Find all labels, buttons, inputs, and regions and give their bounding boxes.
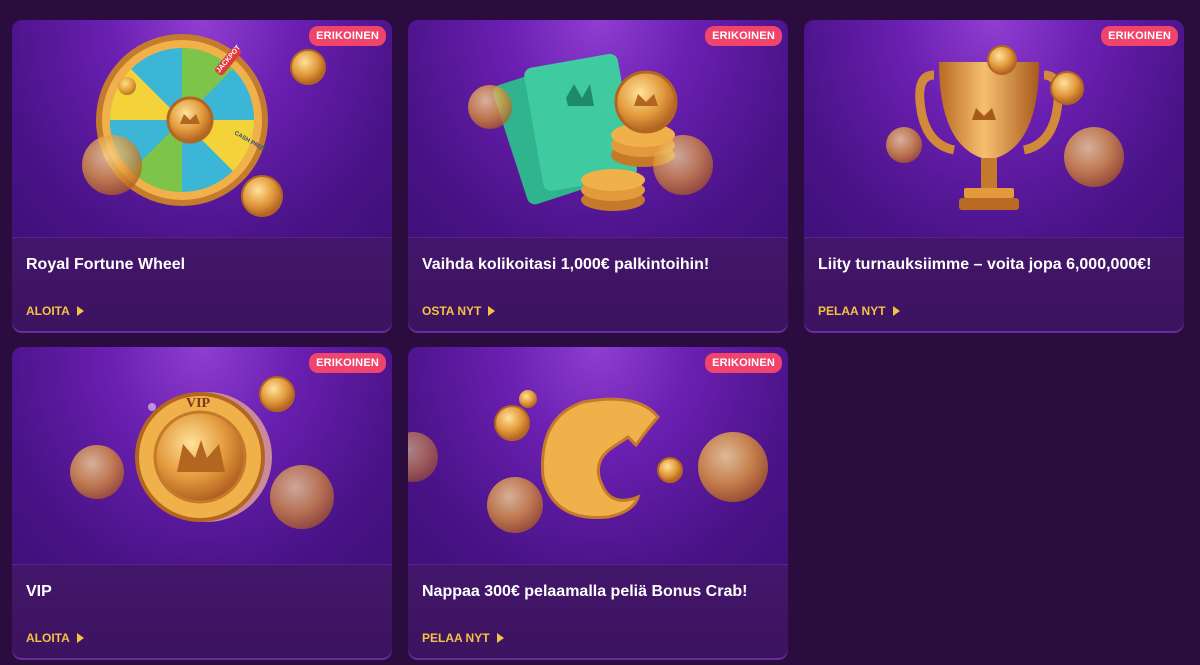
special-badge: ERIKOINEN xyxy=(309,353,386,373)
card-info: VIP ALOITA xyxy=(12,564,392,658)
card-title: Vaihda kolikoitasi 1,000€ palkintoihin! xyxy=(422,256,710,273)
vip-coin-text: VIP xyxy=(186,396,211,411)
play-now-button[interactable]: PELAA NYT xyxy=(422,631,504,645)
card-title: Nappaa 300€ pelaamalla peliä Bonus Crab! xyxy=(422,583,748,600)
special-badge: ERIKOINEN xyxy=(1101,26,1178,46)
card-info: Nappaa 300€ pelaamalla peliä Bonus Crab!… xyxy=(408,564,788,658)
promotions-grid: JACKPOT CASH PRIZE ERIKOINEN Royal Fortu… xyxy=(12,20,1184,658)
tickets-and-coins-illustration xyxy=(408,20,788,237)
start-button[interactable]: ALOITA xyxy=(26,631,84,645)
fortune-wheel-illustration: JACKPOT CASH PRIZE xyxy=(12,20,392,237)
cta-label: ALOITA xyxy=(26,631,70,645)
promo-card-coin-exchange[interactable]: ERIKOINEN Vaihda kolikoitasi 1,000€ palk… xyxy=(408,20,788,331)
promo-card-tournaments[interactable]: ERIKOINEN Liity turnauksiimme – voita jo… xyxy=(804,20,1184,331)
vip-coin-illustration: VIP xyxy=(12,347,392,564)
card-info: Royal Fortune Wheel ALOITA xyxy=(12,237,392,331)
card-title: Liity turnauksiimme – voita jopa 6,000,0… xyxy=(818,256,1152,273)
promo-card-vip[interactable]: VIP ERIKOINEN VIP ALOITA xyxy=(12,347,392,658)
special-badge: ERIKOINEN xyxy=(705,353,782,373)
buy-now-button[interactable]: OSTA NYT xyxy=(422,304,496,318)
play-arrow-icon xyxy=(496,633,504,643)
promo-card-fortune-wheel[interactable]: JACKPOT CASH PRIZE ERIKOINEN Royal Fortu… xyxy=(12,20,392,331)
play-arrow-icon xyxy=(76,306,84,316)
card-title: VIP xyxy=(26,583,52,600)
play-arrow-icon xyxy=(892,306,900,316)
special-badge: ERIKOINEN xyxy=(705,26,782,46)
card-info: Vaihda kolikoitasi 1,000€ palkintoihin! … xyxy=(408,237,788,331)
play-arrow-icon xyxy=(488,306,496,316)
special-badge: ERIKOINEN xyxy=(309,26,386,46)
cta-label: PELAA NYT xyxy=(422,631,490,645)
play-arrow-icon xyxy=(76,633,84,643)
crab-claw-illustration xyxy=(408,347,788,564)
cta-label: OSTA NYT xyxy=(422,304,482,318)
cta-label: ALOITA xyxy=(26,304,70,318)
promo-card-bonus-crab[interactable]: ERIKOINEN Nappaa 300€ pelaamalla peliä B… xyxy=(408,347,788,658)
start-button[interactable]: ALOITA xyxy=(26,304,84,318)
play-now-button[interactable]: PELAA NYT xyxy=(818,304,900,318)
trophy-illustration xyxy=(804,20,1184,237)
cta-label: PELAA NYT xyxy=(818,304,886,318)
card-info: Liity turnauksiimme – voita jopa 6,000,0… xyxy=(804,237,1184,331)
card-title: Royal Fortune Wheel xyxy=(26,256,186,273)
